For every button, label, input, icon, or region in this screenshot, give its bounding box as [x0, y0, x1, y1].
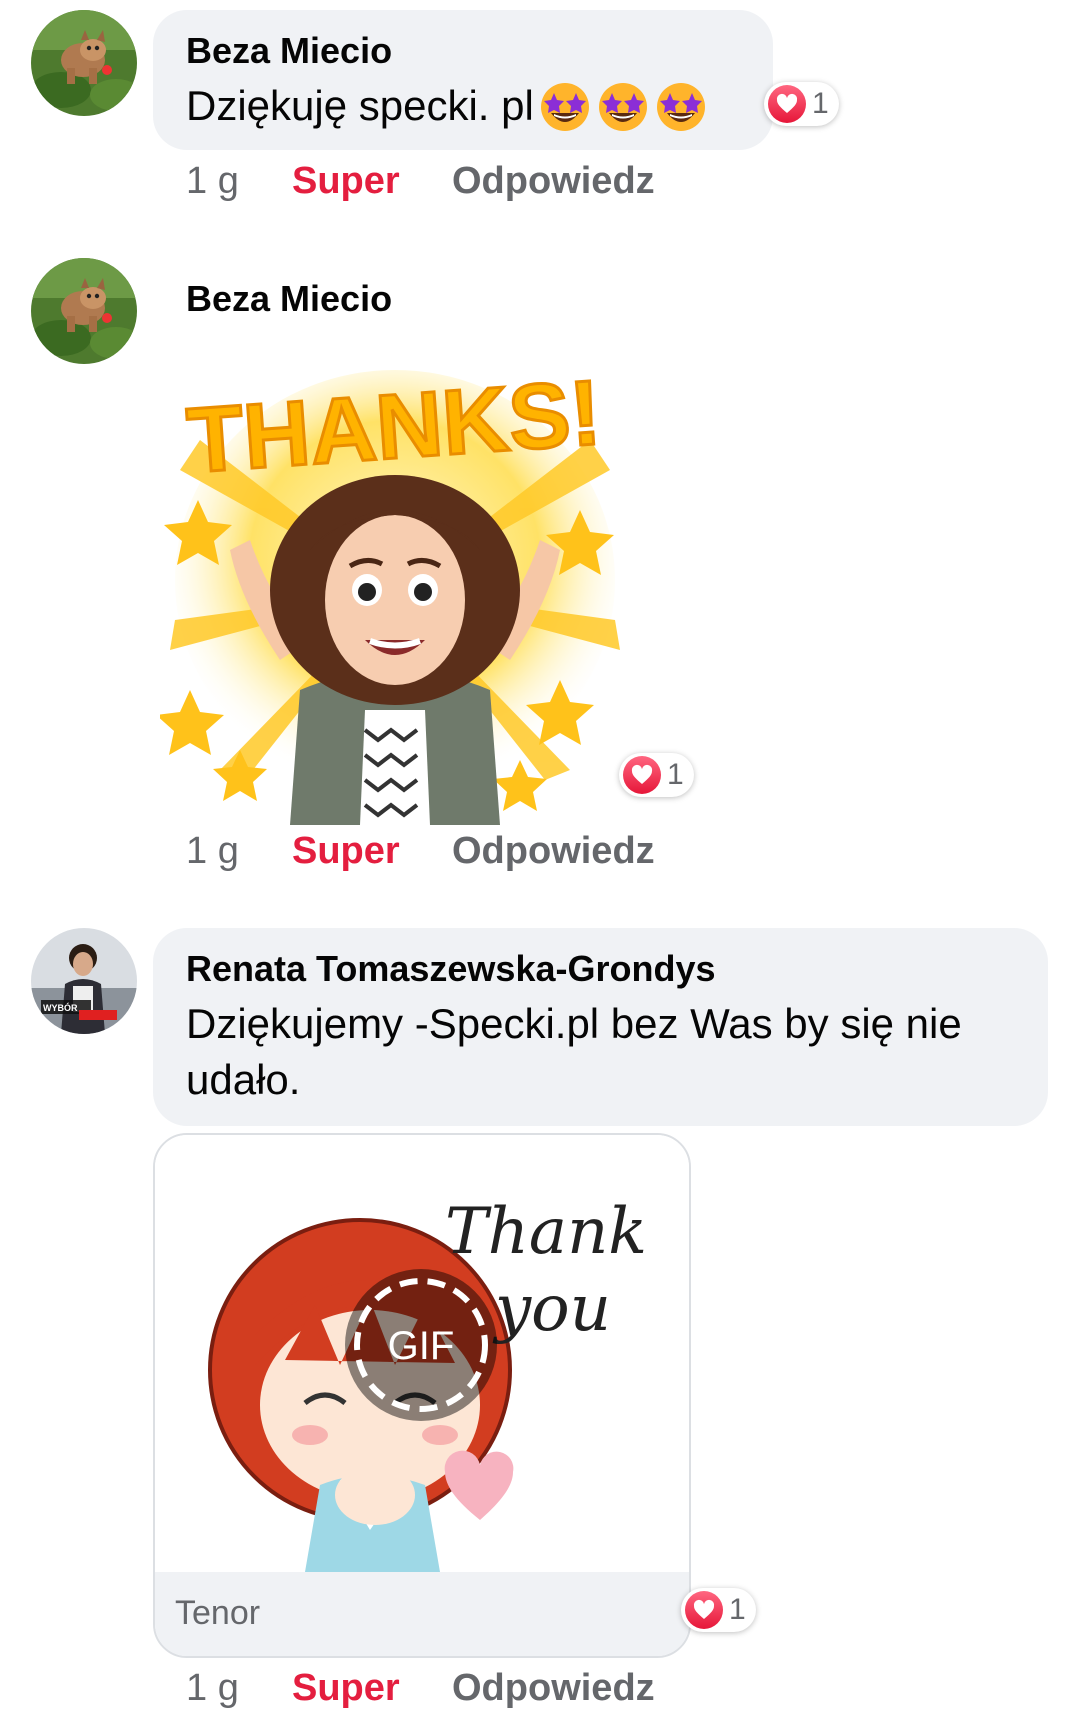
reaction-count: 1 — [667, 758, 684, 791]
comment-author[interactable]: Beza Miecio — [186, 30, 392, 72]
reaction-count: 1 — [729, 1593, 746, 1626]
comment-text-line-2: udało. — [186, 1056, 301, 1103]
comment-author[interactable]: Beza Miecio — [186, 278, 392, 320]
gif-text-thank: Thank — [445, 1195, 647, 1269]
woman-photo-avatar-image: WYBÓR — [31, 928, 137, 1034]
comment-timestamp[interactable]: 1 g — [186, 160, 239, 203]
emoji-group — [536, 79, 710, 133]
gif-footer: Tenor — [155, 1572, 689, 1656]
comment-text-line-1: Dziękujemy -Specki.pl bez Was by się nie — [186, 1000, 962, 1047]
avatar-beza-miecio[interactable] — [31, 258, 137, 364]
avatar-overlay-text-graphic: WYBÓR — [43, 1002, 78, 1013]
thanks-sticker-image: THANKS! — [156, 360, 620, 825]
reply-button[interactable]: Odpowiedz — [452, 160, 655, 203]
heart-icon — [685, 1591, 723, 1629]
gif-attachment-card[interactable]: Thank you GIF Tenor — [153, 1133, 691, 1658]
reply-button[interactable]: Odpowiedz — [452, 830, 655, 873]
star-struck-emoji-icon — [656, 83, 705, 131]
comment-author[interactable]: Renata Tomaszewska-Grondys — [186, 948, 716, 990]
comment-text: Dziękuję specki. pl — [186, 78, 710, 134]
reaction-count-badge[interactable]: 1 — [681, 1588, 756, 1632]
reaction-count: 1 — [812, 87, 829, 120]
comment-timestamp[interactable]: 1 g — [186, 830, 239, 873]
star-struck-emoji-icon — [540, 83, 589, 131]
comment-timestamp[interactable]: 1 g — [186, 1667, 239, 1710]
thanks-sticker[interactable]: THANKS! — [156, 350, 630, 825]
avatar-beza-miecio[interactable] — [31, 10, 137, 116]
gif-provider-label[interactable]: Tenor — [175, 1594, 260, 1633]
avatar-renata-tomaszewska-grondys[interactable]: WYBÓR — [31, 928, 137, 1034]
gif-badge-label: GIF — [388, 1324, 455, 1368]
super-reaction-button[interactable]: Super — [292, 160, 400, 203]
dog-photo-avatar-image — [31, 258, 137, 364]
thank-you-gif-image: Thank you GIF — [155, 1135, 689, 1572]
reply-button[interactable]: Odpowiedz — [452, 1667, 655, 1710]
super-reaction-button[interactable]: Super — [292, 830, 400, 873]
gif-text-you: you — [492, 1272, 611, 1346]
super-reaction-button[interactable]: Super — [292, 1667, 400, 1710]
heart-icon — [768, 85, 806, 123]
dog-photo-avatar-image — [31, 10, 137, 116]
comment-text-content: Dziękuję specki. pl — [186, 82, 534, 129]
heart-icon — [623, 756, 661, 794]
reaction-count-badge[interactable]: 1 — [764, 82, 839, 126]
star-struck-emoji-icon — [598, 83, 647, 131]
reaction-count-badge[interactable]: 1 — [619, 753, 694, 797]
